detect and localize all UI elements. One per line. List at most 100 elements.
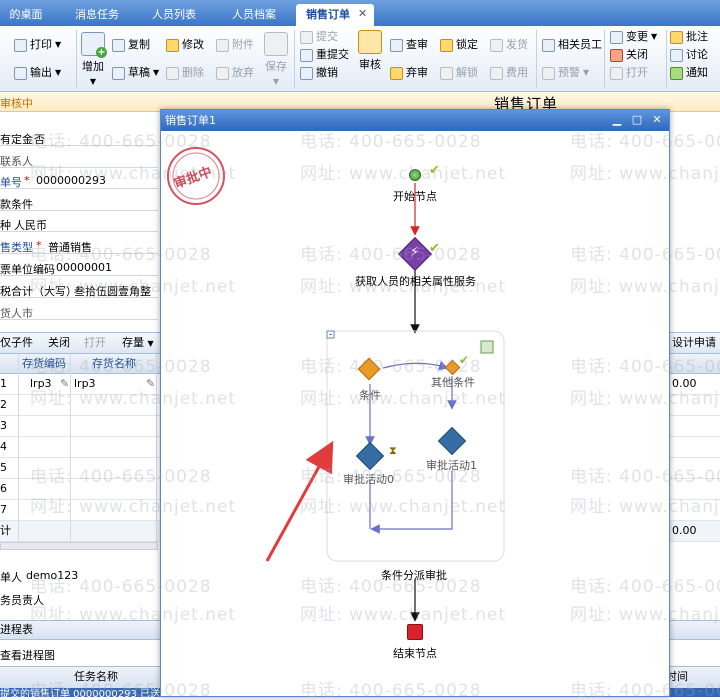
discuss-icon — [670, 48, 683, 62]
check-icon: ✔ — [429, 241, 440, 256]
ship-button[interactable]: 发货 — [490, 38, 528, 52]
workflow-connectors — [265, 183, 505, 622]
annotate-icon — [670, 30, 683, 44]
maker-value: demo123 — [26, 569, 79, 582]
invoice-unit-field[interactable]: 00000001 — [56, 261, 112, 274]
hourglass-icon: ⧗ — [389, 444, 397, 457]
close-icon[interactable]: ✕ — [649, 112, 665, 128]
draft-icon — [112, 66, 125, 80]
start-node-icon[interactable] — [409, 169, 421, 181]
workflow-dialog: 销售订单1 ▁ □ ✕ 审批中 ✔ 开始节点 ⚡ ✔ 获取人员的相关属性服务 条… — [160, 109, 670, 697]
floppy-icon — [264, 32, 288, 56]
abandon-audit-button[interactable]: 弃审 — [390, 66, 428, 80]
dialog-title-bar[interactable]: 销售订单1 ▁ □ ✕ — [161, 110, 669, 131]
owner-label: 务员责人 — [0, 594, 44, 607]
audit-button[interactable]: 审核 — [356, 30, 384, 72]
unlock-icon — [440, 66, 453, 80]
view-progress-link[interactable]: 查看进程图 — [0, 647, 55, 663]
review-icon — [390, 38, 403, 52]
service-node-label: 获取人员的相关属性服务 — [355, 275, 476, 288]
submit-button[interactable]: 提交 — [300, 30, 338, 44]
export-icon — [14, 66, 27, 80]
discard-button[interactable]: 放弃 — [216, 66, 254, 80]
open-order-icon — [610, 66, 623, 80]
annotate-button[interactable]: 批注 — [670, 30, 708, 44]
condition-label: 条件 — [359, 389, 381, 402]
stock-button[interactable]: 存量 ▼ — [122, 333, 154, 354]
delete-button[interactable]: 删除 — [166, 66, 204, 80]
status-text: 审核中 — [0, 97, 33, 110]
save-button[interactable]: 保存 ▼ — [262, 32, 290, 87]
maker-label: 单人 — [0, 571, 22, 584]
approve0-label: 审批活动0 — [343, 473, 394, 486]
add-button[interactable]: + 增加 ▼ — [80, 32, 107, 87]
clipboard-icon — [358, 30, 382, 54]
tab-desktop[interactable]: 的桌面 — [0, 4, 52, 26]
start-node-label: 开始节点 — [393, 190, 437, 203]
lock-icon — [440, 38, 453, 52]
change-button[interactable]: 变更 ▼ — [610, 30, 657, 44]
subpart-button[interactable]: 仅子件 — [0, 333, 33, 353]
minimize-icon[interactable]: ▁ — [609, 112, 625, 128]
draft-button[interactable]: 草稿 ▼ — [112, 66, 159, 80]
grid-open-button[interactable]: 打开 — [84, 333, 106, 353]
abandon-icon — [390, 66, 403, 80]
export-button[interactable]: 输出 ▼ — [14, 66, 61, 80]
close-order-button[interactable]: 关闭 — [610, 48, 648, 62]
workflow-canvas: 审批中 ✔ 开始节点 ⚡ ✔ 获取人员的相关属性服务 条件 ✔ 其他条件 ⧗ 审… — [161, 131, 669, 696]
print-button[interactable]: 打印 ▼ — [14, 38, 61, 52]
end-node-label: 结束节点 — [393, 647, 437, 660]
discard-icon — [216, 66, 229, 80]
tab-staff-list[interactable]: 人员列表 — [138, 4, 210, 26]
row-code-field[interactable]: lrp3 — [30, 374, 52, 394]
copy-icon — [112, 38, 125, 52]
paperclip-icon — [216, 38, 229, 52]
discuss-button[interactable]: 讨论 — [670, 48, 708, 62]
submit-icon — [300, 30, 313, 44]
horizontal-scrollbar[interactable] — [0, 542, 158, 550]
lock-button[interactable]: 锁定 — [440, 38, 478, 52]
col-code-header: 存货编码 — [22, 357, 66, 370]
task-name-header: 任务名称 — [74, 670, 118, 683]
modify-button[interactable]: 修改 — [166, 38, 204, 52]
grid-close-button[interactable]: 关闭 — [48, 333, 70, 353]
other-condition-label: 其他条件 — [431, 376, 475, 389]
related-staff-button[interactable]: 相关员工 — [542, 38, 602, 52]
resubmit-icon — [300, 48, 313, 62]
warning-button[interactable]: 预警 ▼ — [542, 66, 589, 80]
warning-icon — [542, 66, 555, 80]
row-name-field[interactable]: lrp3 — [74, 374, 96, 394]
expense-button[interactable]: 费用 — [490, 66, 528, 80]
col-name-header: 存货名称 — [92, 357, 136, 370]
withdraw-button[interactable]: 撤销 — [300, 66, 338, 80]
unlock-button[interactable]: 解锁 — [440, 66, 478, 80]
notify-button[interactable]: 通知 — [670, 66, 708, 80]
add-icon: + — [81, 32, 107, 58]
ship-icon — [490, 38, 503, 52]
delete-icon — [166, 66, 179, 80]
tab-staff-records[interactable]: 人员档案 — [218, 4, 290, 26]
maximize-icon[interactable]: □ — [629, 112, 645, 128]
paperclip-icon[interactable]: ✎ — [146, 374, 155, 394]
resubmit-button[interactable]: 重提交 — [300, 48, 349, 62]
pencil-icon — [166, 38, 179, 52]
notify-icon — [670, 66, 683, 80]
printer-icon — [14, 38, 27, 52]
staff-icon — [542, 38, 555, 52]
expense-icon — [490, 66, 503, 80]
attachment-button[interactable]: 附件 — [216, 38, 254, 52]
end-node-icon[interactable] — [407, 624, 423, 640]
dispatch-label: 条件分派审批 — [381, 569, 447, 582]
check-icon: ✔ — [429, 163, 440, 178]
check-icon: ✔ — [459, 353, 470, 367]
design-request-button[interactable]: 设计申请 — [672, 333, 716, 353]
close-icon[interactable]: ✕ — [358, 5, 367, 23]
copy-button[interactable]: 复制 — [112, 38, 150, 52]
toolbar: 打印 ▼ 输出 ▼ + 增加 ▼ 复制 草稿 ▼ 修改 删除 附件 放弃 保存 ▼ 提交… — [0, 26, 720, 92]
tab-messages[interactable]: 消息任务 — [62, 4, 132, 26]
review-button[interactable]: 查审 — [390, 38, 428, 52]
paperclip-icon[interactable]: ✎ — [60, 374, 69, 394]
order-no-field[interactable]: 0000000293 — [36, 174, 106, 187]
open-order-button[interactable]: 打开 — [610, 66, 648, 80]
withdraw-icon — [300, 66, 313, 80]
